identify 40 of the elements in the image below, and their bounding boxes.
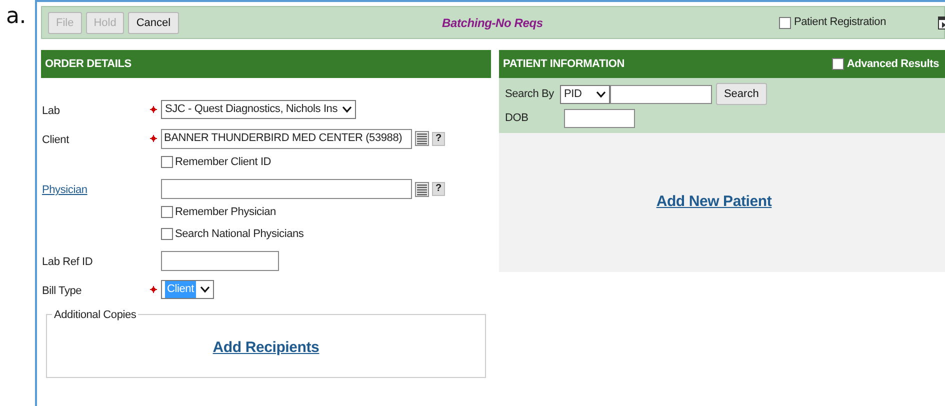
text-field[interactable] xyxy=(161,251,279,271)
checkbox-label: Advanced Results xyxy=(846,56,940,72)
add-patient-link[interactable]: Add New Patient xyxy=(656,191,772,214)
caret-icon xyxy=(596,90,606,98)
help-button[interactable]: ? xyxy=(432,132,445,146)
date-field[interactable] xyxy=(564,109,635,128)
select-field[interactable]: PID xyxy=(560,84,610,104)
search-field[interactable] xyxy=(610,84,712,104)
checkbox-label: Remember Physician xyxy=(175,205,276,220)
checkbox[interactable] xyxy=(161,206,173,218)
select-field[interactable]: SJC - Quest Diagnostics, Nichols Ins xyxy=(161,100,356,119)
field-label: DOB xyxy=(505,111,530,126)
search-button[interactable]: Search xyxy=(716,83,767,105)
figure-label: a. xyxy=(5,3,28,31)
help-button[interactable]: ? xyxy=(432,182,445,196)
field-label: Client xyxy=(42,132,70,148)
list-icon[interactable] xyxy=(415,182,429,196)
section-header: ORDER DETAILS xyxy=(41,50,491,78)
field-label: Lab Ref ID xyxy=(42,255,94,270)
caret-icon xyxy=(342,106,352,113)
toolbar-button[interactable]: Cancel xyxy=(128,12,179,34)
checkbox[interactable] xyxy=(832,58,844,70)
field-label: Search By xyxy=(505,86,554,102)
checkbox-label: Remember Client ID xyxy=(175,154,272,170)
field-label: Bill Type xyxy=(42,284,83,299)
text-field[interactable]: BANNER THUNDERBIRD MED CENTER (53988) xyxy=(161,128,412,148)
checkbox[interactable] xyxy=(161,228,173,240)
checkbox[interactable] xyxy=(779,16,791,28)
checkbox[interactable] xyxy=(161,156,173,168)
list-icon[interactable] xyxy=(415,131,429,146)
add-recipients-link[interactable]: Add Recipients xyxy=(212,337,320,360)
text-field[interactable] xyxy=(161,179,412,199)
window-icon[interactable] xyxy=(938,16,945,30)
section-title: PATIENT INFORMATION xyxy=(503,56,624,72)
checkbox-label: Search National Physicians xyxy=(175,226,304,242)
field-label: Lab xyxy=(42,104,61,119)
caret-icon xyxy=(200,286,210,293)
field-link[interactable]: Physician xyxy=(42,184,88,196)
checkbox-label: Patient Registration xyxy=(794,15,886,30)
page-title: Batching-No Reqs xyxy=(442,14,543,32)
